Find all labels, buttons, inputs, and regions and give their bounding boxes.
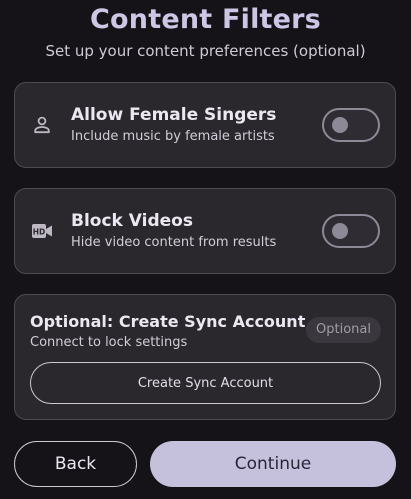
block-videos-toggle[interactable] (322, 214, 380, 248)
sync-account-title: Optional: Create Sync Account (30, 312, 306, 331)
toggle-knob (332, 223, 348, 239)
block-videos-description: Hide video content from results (71, 235, 277, 250)
svg-text:HD: HD (33, 228, 46, 237)
page-subtitle: Set up your content preferences (optiona… (45, 42, 366, 60)
person-icon (31, 114, 53, 136)
page-title: Content Filters (90, 4, 321, 35)
optional-badge: Optional (306, 317, 381, 343)
female-singers-description: Include music by female artists (71, 129, 275, 144)
toggle-knob (332, 117, 348, 133)
content-filters-screen: Content Filters Set up your content pref… (0, 0, 411, 499)
female-singers-card: Allow Female Singers Include music by fe… (14, 82, 396, 168)
continue-button[interactable]: Continue (150, 441, 396, 487)
female-singers-toggle[interactable] (322, 108, 380, 142)
create-sync-account-button[interactable]: Create Sync Account (30, 362, 381, 404)
back-button[interactable]: Back (14, 441, 137, 487)
block-videos-title: Block Videos (71, 211, 193, 231)
hd-video-icon: HD (31, 220, 53, 242)
block-videos-card: HD Block Videos Hide video content from … (14, 188, 396, 274)
sync-account-description: Connect to lock settings (30, 335, 188, 350)
female-singers-title: Allow Female Singers (71, 105, 277, 125)
sync-account-card: Optional: Create Sync Account Connect to… (14, 294, 396, 420)
